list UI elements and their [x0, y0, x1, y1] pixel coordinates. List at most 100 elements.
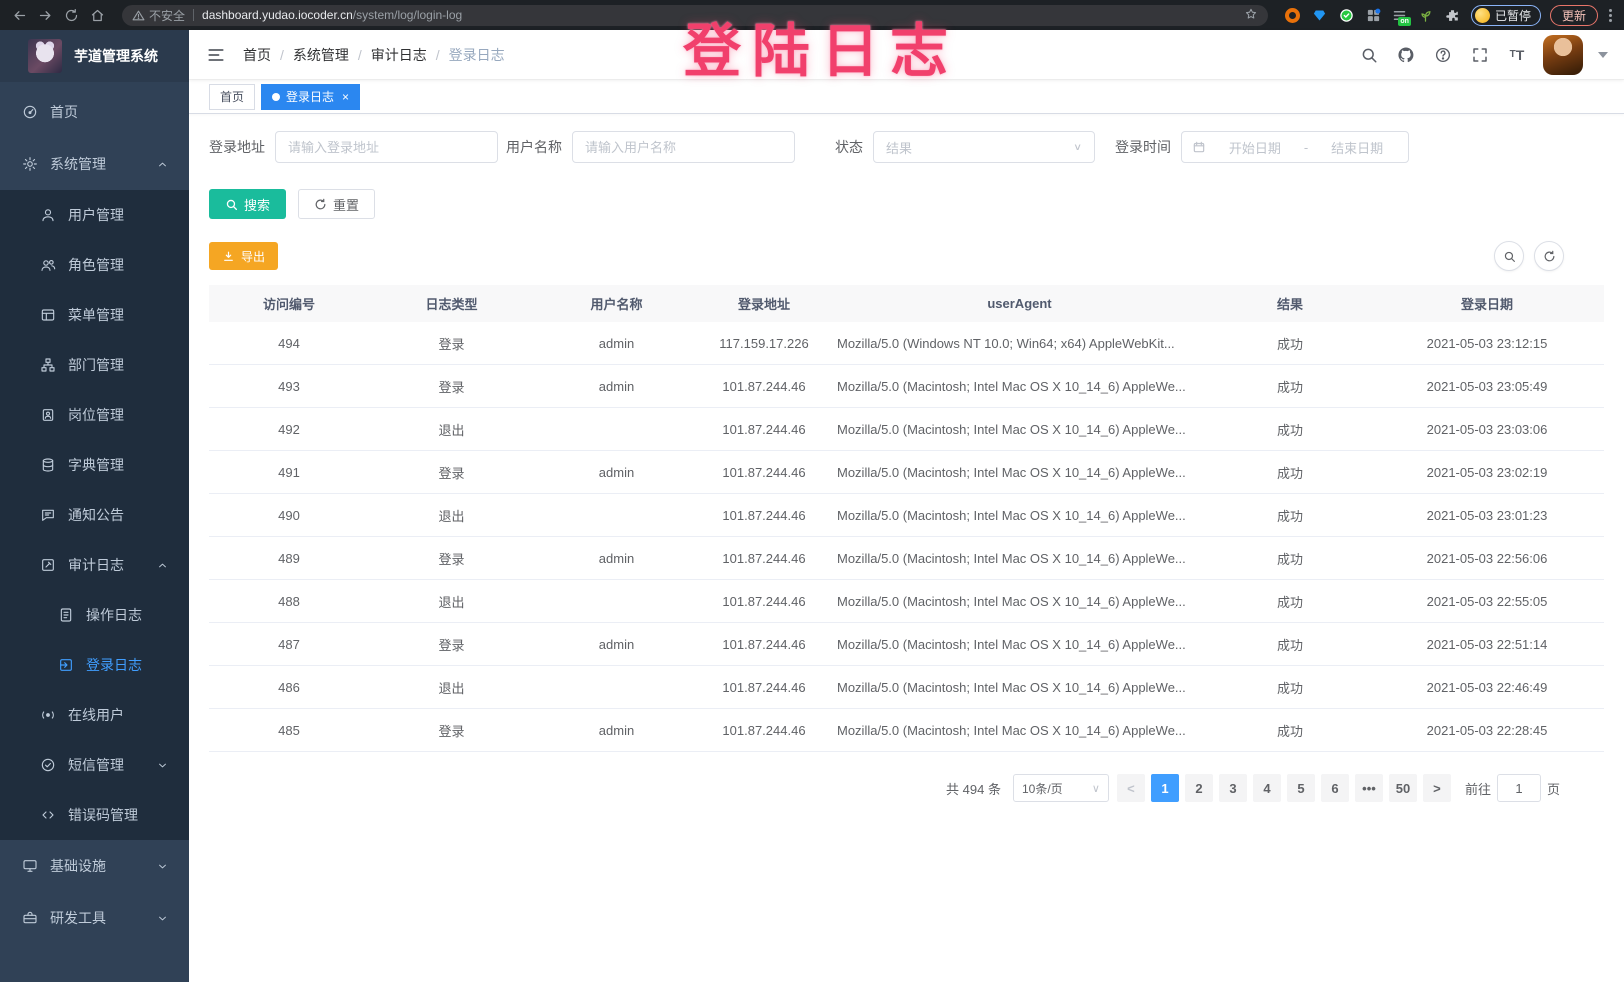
help-icon[interactable]: [1432, 44, 1454, 66]
page-button-5[interactable]: 5: [1287, 774, 1315, 802]
page-button-1[interactable]: 1: [1151, 774, 1179, 802]
sidebar-item-tools[interactable]: 研发工具: [0, 892, 189, 944]
sidebar-item-tree[interactable]: 部门管理: [0, 340, 189, 390]
username-input[interactable]: [572, 131, 795, 163]
page-button-50[interactable]: 50: [1389, 774, 1417, 802]
breadcrumb-separator: /: [280, 47, 284, 63]
extension-apps-grid-icon[interactable]: [1365, 6, 1383, 24]
browser-update-button[interactable]: 更新: [1550, 5, 1598, 26]
browser-forward-icon[interactable]: [36, 6, 54, 24]
user-avatar[interactable]: [1543, 35, 1583, 75]
tags-bar: 首页 登录日志 ×: [189, 80, 1624, 114]
github-icon[interactable]: [1395, 44, 1417, 66]
refresh-table-button[interactable]: [1534, 241, 1564, 271]
breadcrumb-item[interactable]: 首页: [243, 45, 271, 65]
column-header[interactable]: 登录地址: [699, 294, 829, 313]
page-button-•••[interactable]: •••: [1355, 774, 1383, 802]
sidebar-item-code[interactable]: 错误码管理: [0, 790, 189, 840]
breadcrumb-separator: /: [358, 47, 362, 63]
status-select[interactable]: 结果 ∨: [873, 131, 1095, 163]
table-row[interactable]: 492退出101.87.244.46Mozilla/5.0 (Macintosh…: [209, 408, 1604, 451]
security-warning-icon[interactable]: 不安全: [132, 7, 185, 24]
sidebar-item-home[interactable]: 首页: [0, 86, 189, 138]
page-button-4[interactable]: 4: [1253, 774, 1281, 802]
table-row[interactable]: 490退出101.87.244.46Mozilla/5.0 (Macintosh…: [209, 494, 1604, 537]
browser-back-icon[interactable]: [10, 6, 28, 24]
next-page-button[interactable]: >: [1423, 774, 1451, 802]
sidebar-item-online[interactable]: 在线用户: [0, 690, 189, 740]
extension-green-circle-icon[interactable]: [1338, 6, 1356, 24]
dict-icon: [40, 457, 56, 473]
browser-reload-icon[interactable]: [62, 6, 80, 24]
page-size-select[interactable]: 10条/页 ∨: [1013, 774, 1109, 802]
extension-gem-icon[interactable]: [1311, 6, 1329, 24]
login-address-input[interactable]: [275, 131, 498, 163]
extension-puzzle-icon[interactable]: [1444, 6, 1462, 24]
table-row[interactable]: 493登录admin101.87.244.46Mozilla/5.0 (Maci…: [209, 365, 1604, 408]
sidebar-item-user[interactable]: 用户管理: [0, 190, 189, 240]
fullscreen-icon[interactable]: [1469, 44, 1491, 66]
toggle-search-button[interactable]: [1494, 241, 1524, 271]
goto-page-input[interactable]: [1497, 774, 1541, 802]
breadcrumb-item[interactable]: 系统管理: [293, 45, 349, 65]
hamburger-icon[interactable]: [205, 44, 227, 66]
export-button[interactable]: 导出: [209, 242, 278, 270]
sidebar-item-users[interactable]: 角色管理: [0, 240, 189, 290]
browser-home-icon[interactable]: [88, 6, 106, 24]
bookmark-star-icon[interactable]: [1244, 7, 1258, 24]
cell-log-type: 登录: [369, 377, 534, 396]
address-bar[interactable]: 不安全 dashboard.yudao.iocoder.cn/system/lo…: [122, 5, 1268, 26]
column-header[interactable]: userAgent: [829, 296, 1210, 311]
extension-list-on-icon[interactable]: on: [1392, 7, 1408, 23]
column-header[interactable]: 登录日期: [1370, 294, 1604, 313]
font-size-icon[interactable]: TT: [1506, 44, 1528, 66]
table-row[interactable]: 488退出101.87.244.46Mozilla/5.0 (Macintosh…: [209, 580, 1604, 623]
column-header[interactable]: 用户名称: [534, 294, 699, 313]
sidebar-item-doc[interactable]: 操作日志: [0, 590, 189, 640]
page-button-2[interactable]: 2: [1185, 774, 1213, 802]
cell-user-agent: Mozilla/5.0 (Macintosh; Intel Mac OS X 1…: [829, 465, 1210, 480]
tab-首页[interactable]: 首页: [209, 84, 255, 110]
sidebar-item-log[interactable]: 审计日志: [0, 540, 189, 590]
table-row[interactable]: 486退出101.87.244.46Mozilla/5.0 (Macintosh…: [209, 666, 1604, 709]
sidebar-logo[interactable]: 芋道管理系统: [0, 30, 189, 82]
filter-label-username: 用户名称: [506, 137, 562, 157]
cell-username: admin: [534, 551, 699, 566]
breadcrumb-item[interactable]: 审计日志: [371, 45, 427, 65]
profile-paused-chip[interactable]: 已暂停: [1471, 5, 1541, 26]
sidebar-item-label: 在线用户: [68, 705, 124, 725]
prev-page-button[interactable]: <: [1117, 774, 1145, 802]
tab-登录日志[interactable]: 登录日志 ×: [261, 84, 360, 110]
close-tab-icon[interactable]: ×: [342, 91, 349, 103]
extension-donut-icon[interactable]: [1284, 6, 1302, 24]
reset-button[interactable]: 重置: [298, 189, 375, 219]
search-icon: [1503, 250, 1516, 263]
sidebar-item-menu[interactable]: 菜单管理: [0, 290, 189, 340]
page-button-3[interactable]: 3: [1219, 774, 1247, 802]
table-row[interactable]: 491登录admin101.87.244.46Mozilla/5.0 (Maci…: [209, 451, 1604, 494]
cell-id: 490: [209, 508, 369, 523]
sidebar-item-post[interactable]: 岗位管理: [0, 390, 189, 440]
cell-log-type: 退出: [369, 420, 534, 439]
sidebar-item-login[interactable]: 登录日志: [0, 640, 189, 690]
avatar-caret-icon[interactable]: [1598, 52, 1608, 58]
login-time-range-picker[interactable]: 开始日期 - 结束日期: [1181, 131, 1409, 163]
table-row[interactable]: 485登录admin101.87.244.46Mozilla/5.0 (Maci…: [209, 709, 1604, 752]
column-header[interactable]: 访问编号: [209, 294, 369, 313]
table-row[interactable]: 487登录admin101.87.244.46Mozilla/5.0 (Maci…: [209, 623, 1604, 666]
sidebar-item-gear[interactable]: 系统管理: [0, 138, 189, 190]
sidebar-item-infra[interactable]: 基础设施: [0, 840, 189, 892]
browser-menu-icon[interactable]: [1607, 7, 1614, 24]
search-icon[interactable]: [1358, 44, 1380, 66]
app-shell: 芋道管理系统 首页 系统管理 用户管理 角色管理 菜单管理 部门管理 岗位管理: [0, 30, 1624, 982]
table-row[interactable]: 489登录admin101.87.244.46Mozilla/5.0 (Maci…: [209, 537, 1604, 580]
table-row[interactable]: 494登录admin117.159.17.226Mozilla/5.0 (Win…: [209, 322, 1604, 365]
column-header[interactable]: 结果: [1210, 294, 1370, 313]
sidebar-item-sms[interactable]: 短信管理: [0, 740, 189, 790]
sidebar-item-dict[interactable]: 字典管理: [0, 440, 189, 490]
extension-plant-icon[interactable]: [1417, 6, 1435, 24]
search-button[interactable]: 搜索: [209, 189, 286, 219]
page-button-6[interactable]: 6: [1321, 774, 1349, 802]
column-header[interactable]: 日志类型: [369, 294, 534, 313]
sidebar-item-message[interactable]: 通知公告: [0, 490, 189, 540]
